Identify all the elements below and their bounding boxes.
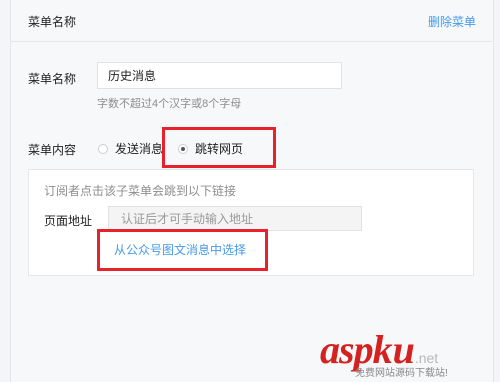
- page-url-label: 页面地址: [44, 214, 93, 228]
- page-url-input[interactable]: [108, 206, 362, 231]
- menu-name-label: 菜单名称: [28, 72, 77, 86]
- radio-unchecked-icon: [98, 143, 108, 154]
- menu-content-label: 菜单内容: [28, 143, 77, 157]
- radio-jump-webpage-label: 跳转网页: [195, 142, 244, 156]
- jump-description: 订阅者点击该子菜单会跳到以下链接: [44, 184, 237, 198]
- radio-jump-webpage[interactable]: 跳转网页: [178, 140, 243, 157]
- header-divider: [10, 41, 492, 42]
- choose-from-articles-link[interactable]: 从公众号图文消息中选择: [114, 241, 246, 258]
- delete-menu-link[interactable]: 删除菜单: [428, 13, 476, 30]
- menu-name-hint: 字数不超过4个汉字或8个字母: [97, 98, 242, 110]
- menu-name-input[interactable]: [97, 62, 342, 89]
- header-title: 菜单名称: [28, 15, 77, 29]
- radio-send-message[interactable]: 发送消息: [98, 140, 163, 157]
- watermark-tagline: 免费网站源码下载站!: [355, 368, 448, 379]
- radio-send-message-label: 发送消息: [115, 142, 164, 156]
- radio-checked-icon: [178, 143, 188, 154]
